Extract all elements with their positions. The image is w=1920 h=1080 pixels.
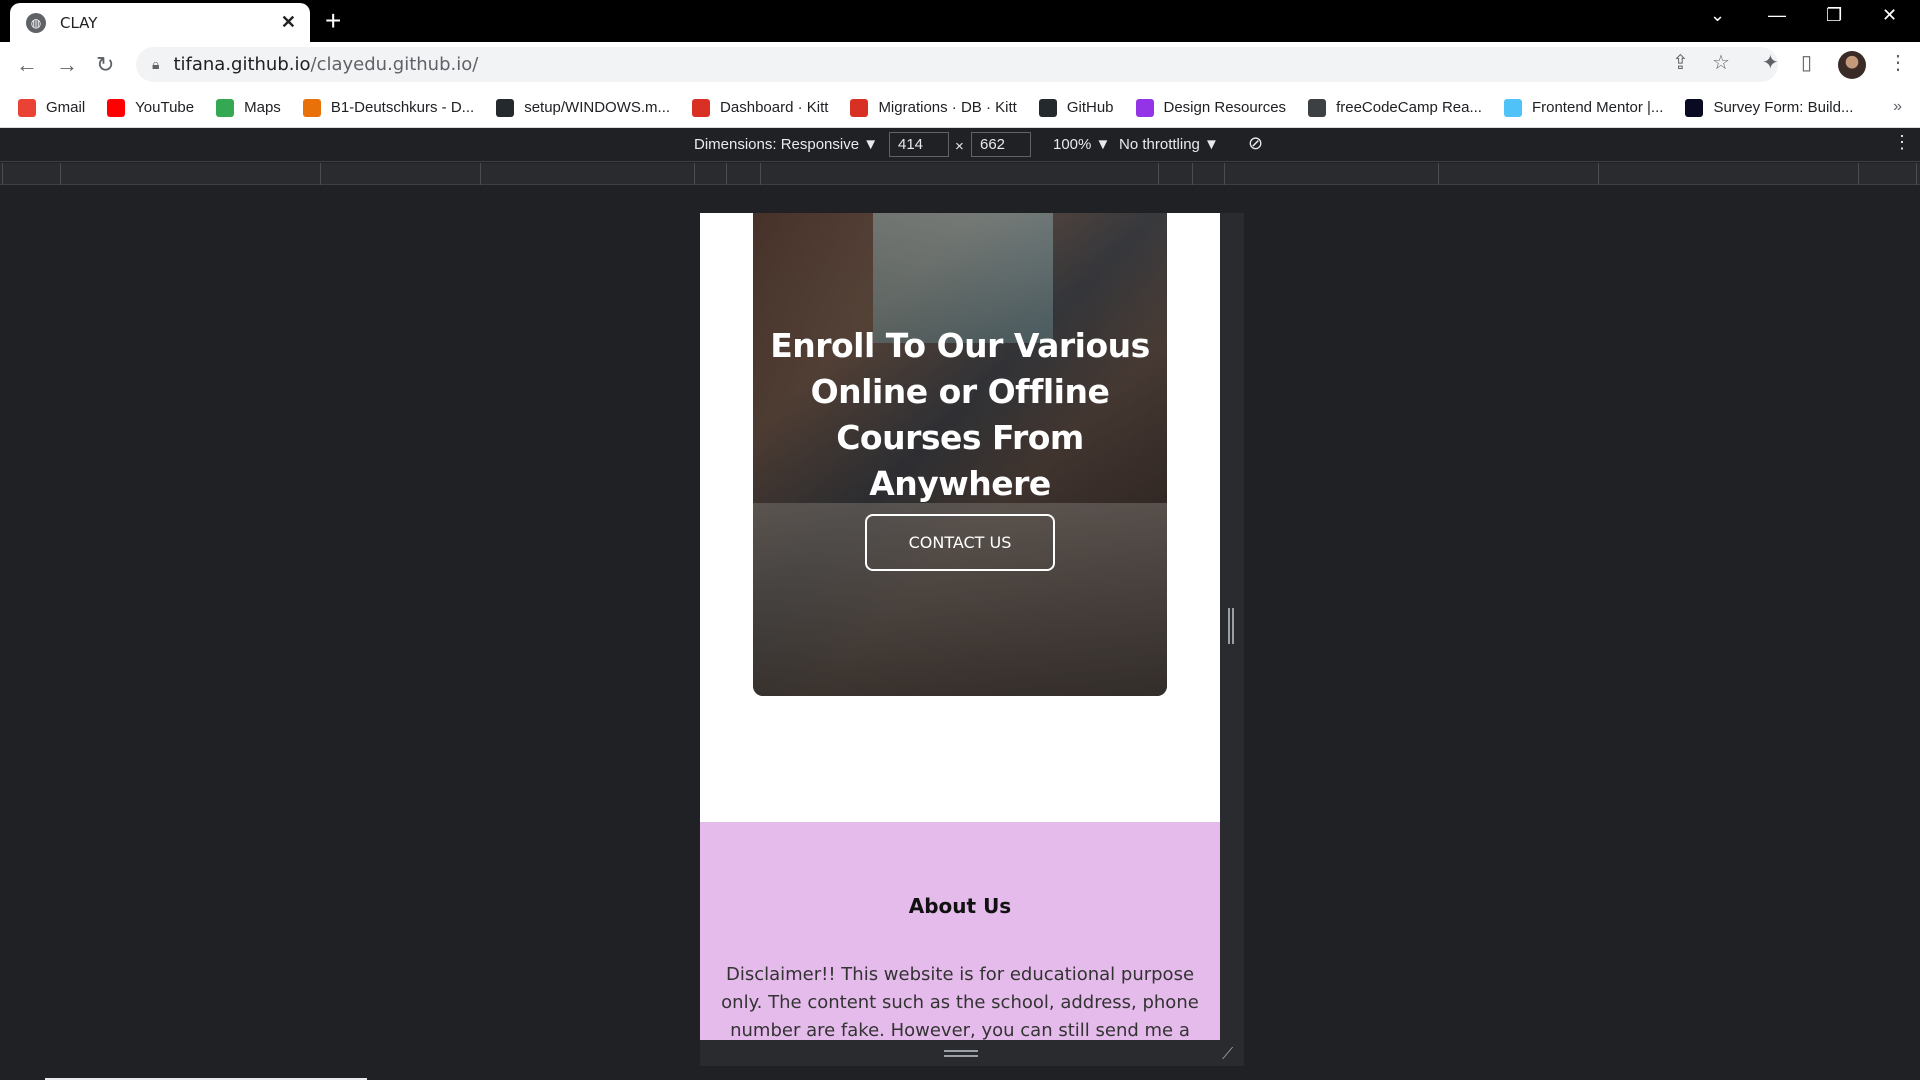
bookmark-item[interactable]: Frontend Mentor |... [1503, 98, 1664, 117]
deutschkurs-icon [302, 98, 321, 117]
extensions-icon[interactable]: ✦ [1762, 50, 1779, 75]
bookmark-label: GitHub [1066, 99, 1114, 116]
reload-icon[interactable]: ↻ [96, 52, 114, 78]
back-icon[interactable]: ← [16, 52, 38, 78]
lock-icon[interactable]: 🔒︎ [152, 56, 159, 73]
browser-menu-icon[interactable]: ⋮ [1888, 50, 1908, 75]
address-bar[interactable]: 🔒︎ tifana.github.io/clayedu.github.io/ [136, 47, 1778, 82]
viewport-width-resize-handle[interactable] [1228, 608, 1234, 644]
more-bookmarks-icon[interactable]: » [1893, 98, 1902, 116]
kitt-icon [850, 98, 869, 117]
bookmark-label: Maps [244, 99, 281, 116]
kitt-icon [692, 98, 711, 117]
gmail-icon [18, 98, 36, 117]
minimize-icon[interactable]: — [1768, 5, 1786, 26]
url-path: /clayedu.github.io/ [310, 54, 479, 75]
bookmark-item[interactable]: setup/WINDOWS.m... [496, 98, 671, 117]
bookmark-item[interactable]: Gmail [18, 98, 86, 117]
restore-icon[interactable]: ❐ [1826, 5, 1842, 26]
close-tab-icon[interactable]: ✕ [281, 12, 296, 33]
bookmark-item[interactable]: Migrations · DB · Kitt [850, 98, 1017, 117]
bookmark-item[interactable]: freeCodeCamp Rea... [1308, 98, 1482, 117]
bookmark-label: Frontend Mentor |... [1531, 99, 1664, 116]
bookmark-item[interactable]: Dashboard · Kitt [692, 98, 829, 117]
bookmark-item[interactable]: Survey Form: Build... [1685, 98, 1854, 117]
rotate-icon[interactable]: ⊘ [1248, 133, 1263, 154]
github-icon [496, 98, 515, 117]
freecodecamp-icon [1308, 98, 1327, 117]
dimensions-select[interactable]: Dimensions: Responsive ▼ [694, 136, 878, 153]
bookmark-label: YouTube [135, 99, 195, 116]
profile-avatar[interactable] [1838, 51, 1866, 79]
bookmark-label: Dashboard · Kitt [720, 99, 829, 116]
forward-icon[interactable]: → [56, 52, 78, 78]
bookmark-item[interactable]: Maps [216, 98, 281, 117]
tab-title: CLAY [60, 13, 98, 32]
about-heading: About Us [908, 894, 1012, 918]
bookmark-label: setup/WINDOWS.m... [524, 99, 671, 116]
design-icon [1135, 98, 1154, 117]
bookmark-item[interactable]: GitHub [1038, 98, 1114, 117]
share-icon[interactable]: ⇪ [1672, 50, 1689, 75]
page-viewport: Enroll To Our Various Online or Offline … [700, 213, 1220, 1040]
bookmark-label: B1-Deutschkurs - D... [330, 99, 475, 116]
bookmark-label: freeCodeCamp Rea... [1336, 99, 1482, 116]
bookmark-label: Migrations · DB · Kitt [878, 99, 1017, 116]
bookmark-item[interactable]: Design Resources [1135, 98, 1287, 117]
contact-us-button[interactable]: CONTACT US [865, 514, 1055, 571]
side-panel-icon[interactable]: ▯ [1801, 50, 1812, 75]
width-input[interactable]: 414 [889, 132, 949, 157]
new-tab-icon[interactable]: + [325, 6, 341, 36]
survey-icon [1685, 98, 1704, 117]
throttling-select[interactable]: No throttling ▼ [1119, 136, 1219, 153]
hero-banner: Enroll To Our Various Online or Offline … [753, 213, 1167, 696]
frontendmentor-icon [1503, 98, 1522, 117]
bookmark-label: Survey Form: Build... [1713, 99, 1854, 116]
about-section: About Us Disclaimer!! This website is fo… [700, 822, 1220, 1040]
viewport-height-resize-handle[interactable] [944, 1050, 978, 1057]
browser-tab[interactable]: ◍ CLAY ✕ [10, 3, 310, 42]
bookmark-label: Design Resources [1163, 99, 1287, 116]
device-toolbar: Dimensions: Responsive ▼ 414 × 662 100% … [0, 128, 1920, 162]
viewport-corner-resize-icon[interactable]: ⟋ [1222, 1046, 1233, 1064]
bookmarks-bar: Gmail YouTube Maps B1-Deutschkurs - D... set… [0, 88, 1920, 128]
dimension-separator: × [955, 138, 964, 155]
about-disclaimer: Disclaimer!! This website is for educati… [721, 964, 1199, 1040]
url-host: tifana.github.io [173, 54, 311, 75]
zoom-select[interactable]: 100% ▼ [1053, 136, 1110, 153]
device-toolbar-menu-icon[interactable]: ⋮ [1893, 132, 1911, 153]
youtube-icon [107, 98, 126, 117]
tab-search-icon[interactable]: ⌄ [1710, 5, 1725, 26]
bookmark-item[interactable]: B1-Deutschkurs - D... [302, 98, 475, 117]
url-text: tifana.github.io/clayedu.github.io/ [173, 54, 478, 75]
browser-toolbar: ← → ↻ 🔒︎ tifana.github.io/clayedu.github… [0, 42, 1920, 88]
height-input[interactable]: 662 [971, 132, 1031, 157]
browser-title-bar: ◍ CLAY ✕ + ⌄ — ❐ ✕ [0, 0, 1920, 42]
hero-heading: Enroll To Our Various Online or Offline … [770, 326, 1150, 503]
globe-icon: ◍ [26, 12, 46, 33]
github-icon [1038, 98, 1057, 117]
close-window-icon[interactable]: ✕ [1882, 5, 1897, 26]
media-query-ruler[interactable] [0, 163, 1920, 185]
bookmark-star-icon[interactable]: ☆ [1712, 50, 1730, 75]
bottom-strip [0, 1066, 1920, 1080]
bookmark-label: Gmail [46, 99, 86, 116]
maps-icon [216, 98, 235, 117]
bookmark-item[interactable]: YouTube [107, 98, 195, 117]
